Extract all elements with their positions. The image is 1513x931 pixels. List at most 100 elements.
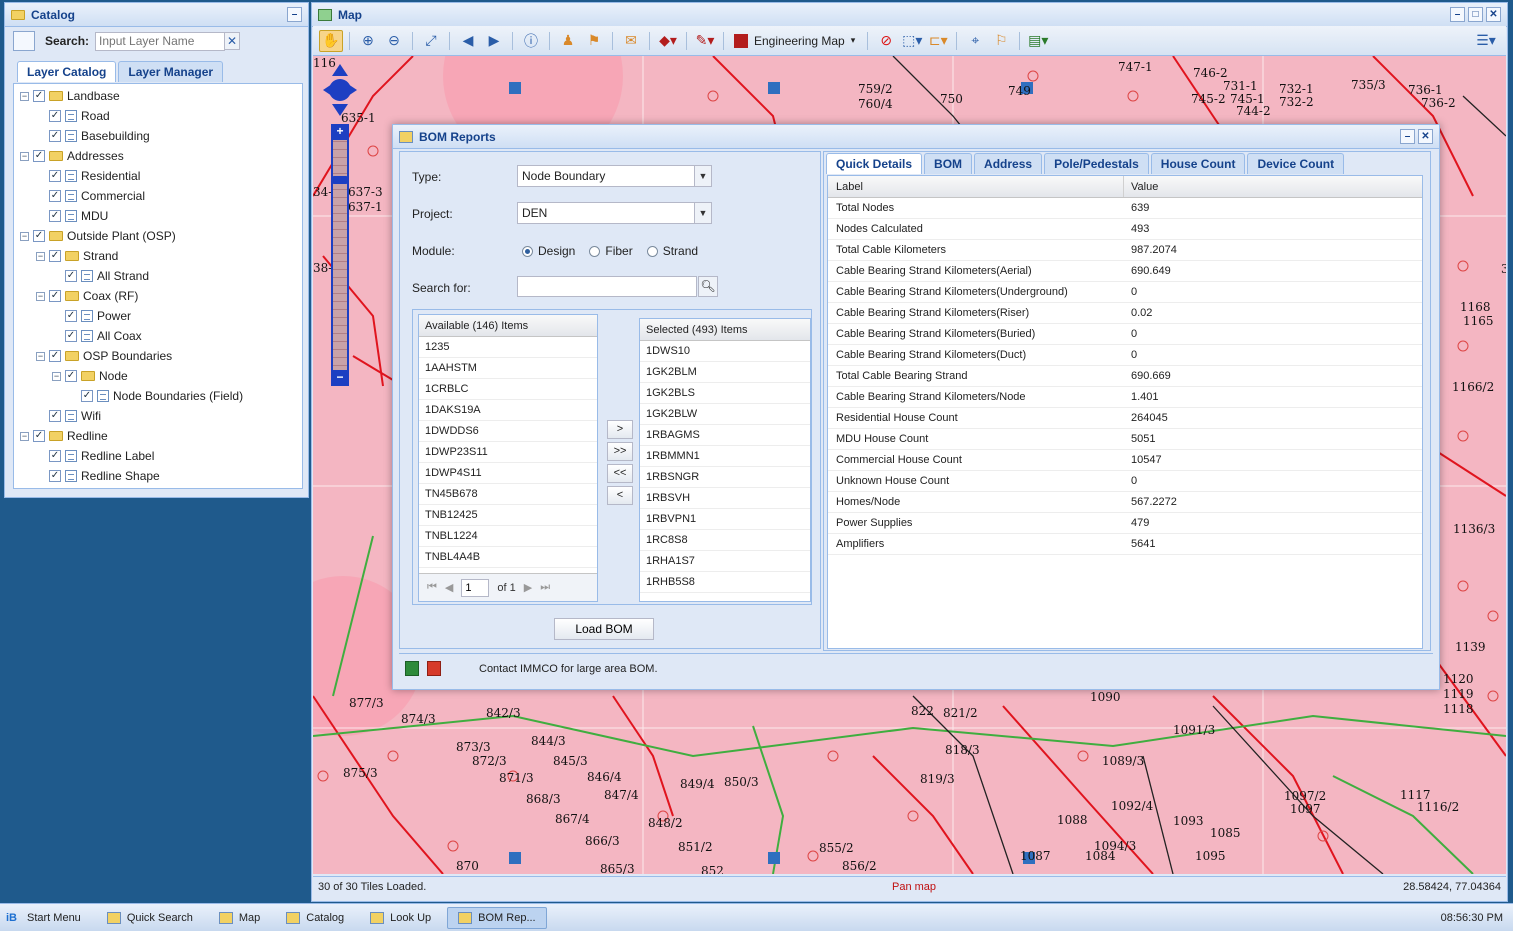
checkbox-checked-icon[interactable]: ✓: [65, 310, 77, 322]
collapse-icon[interactable]: −: [52, 371, 61, 381]
available-item[interactable]: 1DWP4S11: [419, 463, 597, 484]
selected-item[interactable]: 1DWS10: [640, 341, 810, 362]
select-box-icon[interactable]: ⬚▾: [900, 30, 924, 52]
catalog-titlebar[interactable]: Catalog –: [5, 3, 308, 27]
taskbar-item[interactable]: Quick Search: [97, 907, 203, 929]
available-item[interactable]: 1CRBLC: [419, 379, 597, 400]
table-row[interactable]: Total Cable Bearing Strand 690.669: [828, 366, 1422, 387]
tab-pole-pedestals[interactable]: Pole/Pedestals: [1044, 153, 1149, 174]
collapse-icon[interactable]: −: [36, 251, 45, 261]
table-row[interactable]: Total Cable Kilometers 987.2074: [828, 240, 1422, 261]
selected-item[interactable]: 1RBMMN1: [640, 446, 810, 467]
minimize-icon[interactable]: –: [1400, 129, 1415, 144]
available-item[interactable]: 1DAKS19A: [419, 400, 597, 421]
minimize-icon[interactable]: –: [1450, 7, 1465, 22]
checkbox-checked-icon[interactable]: ✓: [49, 130, 61, 142]
table-row[interactable]: Commercial House Count 10547: [828, 450, 1422, 471]
table-row[interactable]: Power Supplies 479: [828, 513, 1422, 534]
checkbox-checked-icon[interactable]: ✓: [49, 450, 61, 462]
checkbox-checked-icon[interactable]: ✓: [65, 270, 77, 282]
collapse-all-icon[interactable]: [13, 31, 35, 51]
back-arrow-icon[interactable]: ◀: [456, 30, 480, 52]
table-row[interactable]: Nodes Calculated 493: [828, 219, 1422, 240]
selected-item[interactable]: 1RHA1S7: [640, 551, 810, 572]
map-titlebar[interactable]: Map – □ ✕: [312, 3, 1507, 27]
selected-item[interactable]: 1GK2BLW: [640, 404, 810, 425]
zoom-slider[interactable]: + −: [331, 124, 349, 386]
tab-layer-catalog[interactable]: Layer Catalog: [17, 61, 117, 82]
zoom-out-icon[interactable]: ⊖: [382, 30, 406, 52]
trace-icon[interactable]: ⊏▾: [926, 30, 950, 52]
table-row[interactable]: Residential House Count 264045: [828, 408, 1422, 429]
available-item[interactable]: TNBL4A4B: [419, 547, 597, 568]
collapse-icon[interactable]: −: [20, 151, 29, 161]
tab-address[interactable]: Address: [974, 153, 1043, 174]
minimize-icon[interactable]: –: [287, 7, 302, 22]
person-icon[interactable]: ♟: [556, 30, 580, 52]
table-row[interactable]: Cable Bearing Strand Kilometers(Buried) 0: [828, 324, 1422, 345]
selected-item[interactable]: 1RBAGMS: [640, 425, 810, 446]
selected-item[interactable]: 1RBSNGR: [640, 467, 810, 488]
zoom-plus-icon[interactable]: +: [331, 124, 349, 140]
table-row[interactable]: Homes/Node 567.2272: [828, 492, 1422, 513]
table-row[interactable]: Cable Bearing Strand Kilometers(Aerial) 6…: [828, 261, 1422, 282]
redline-pen-icon[interactable]: ✎▾: [693, 30, 717, 52]
maximize-icon[interactable]: □: [1468, 7, 1483, 22]
available-item[interactable]: 1235: [419, 337, 597, 358]
page-number-input[interactable]: [461, 578, 490, 597]
taskbar-item[interactable]: BOM Rep...: [447, 906, 547, 929]
selected-item[interactable]: 1RBVPN1: [640, 509, 810, 530]
module-radio-fiber[interactable]: Fiber: [589, 244, 633, 258]
excel-export-icon[interactable]: [405, 661, 419, 676]
checkbox-checked-icon[interactable]: ✓: [33, 230, 45, 242]
checkbox-checked-icon[interactable]: ✓: [49, 110, 61, 122]
close-icon[interactable]: ✕: [1418, 129, 1433, 144]
tree-node[interactable]: ✓ Redline Shape: [36, 466, 160, 486]
report-icon[interactable]: ▤▾: [1026, 30, 1050, 52]
prev-page-icon[interactable]: ◀: [445, 581, 453, 594]
selected-item[interactable]: 1RHB5S8: [640, 572, 810, 593]
collapse-icon[interactable]: −: [36, 291, 45, 301]
table-row[interactable]: Total Nodes 639: [828, 198, 1422, 219]
tree-node[interactable]: − ✓ Landbase: [20, 86, 120, 106]
label-column-header[interactable]: Label: [828, 176, 1124, 197]
move-all-left-button[interactable]: <<: [607, 464, 633, 483]
tree-node[interactable]: − ✓ Addresses: [20, 146, 124, 166]
checkbox-checked-icon[interactable]: ✓: [33, 150, 45, 162]
table-row[interactable]: Amplifiers 5641: [828, 534, 1422, 555]
table-row[interactable]: Unknown House Count 0: [828, 471, 1422, 492]
zoom-thumb[interactable]: [331, 176, 349, 184]
tab-quick-details[interactable]: Quick Details: [826, 153, 923, 174]
type-select[interactable]: Node Boundary ▼: [517, 165, 712, 187]
chevron-down-icon[interactable]: ▾: [851, 35, 856, 46]
tree-node[interactable]: ✓ Wifi: [36, 406, 101, 426]
selected-item[interactable]: 1GK2BLS: [640, 383, 810, 404]
project-select[interactable]: DEN ▼: [517, 202, 712, 224]
tab-layer-manager[interactable]: Layer Manager: [118, 61, 224, 82]
module-radio-strand[interactable]: Strand: [646, 244, 698, 258]
forward-arrow-icon[interactable]: ▶: [482, 30, 506, 52]
pan-control[interactable]: [323, 64, 357, 116]
selected-item[interactable]: 1GK2BLM: [640, 362, 810, 383]
tree-node[interactable]: ✓ Node Boundaries (Field): [68, 386, 243, 406]
tree-node[interactable]: ✓ Commercial: [36, 186, 145, 206]
move-left-button[interactable]: <: [607, 486, 633, 505]
table-row[interactable]: Cable Bearing Strand Kilometers/Node 1.40…: [828, 387, 1422, 408]
checkbox-checked-icon[interactable]: ✓: [49, 470, 61, 482]
layers-dropdown-icon[interactable]: ◆▾: [656, 30, 680, 52]
checkbox-checked-icon[interactable]: ✓: [65, 370, 77, 382]
tree-node[interactable]: ✓ MDU: [36, 206, 108, 226]
tree-node[interactable]: ✓ All Strand: [52, 266, 149, 286]
taskbar-item[interactable]: Map: [209, 907, 270, 929]
checkbox-checked-icon[interactable]: ✓: [81, 390, 93, 402]
tree-node[interactable]: − ✓ Strand: [36, 246, 118, 266]
collapse-icon[interactable]: −: [20, 91, 29, 101]
checkbox-checked-icon[interactable]: ✓: [33, 90, 45, 102]
tab-device-count[interactable]: Device Count: [1247, 153, 1345, 174]
collapse-icon[interactable]: −: [36, 351, 45, 361]
first-page-icon[interactable]: ⏮︎: [427, 581, 437, 594]
move-right-button[interactable]: >: [607, 420, 633, 439]
start-logo[interactable]: iB: [6, 912, 17, 924]
flag-icon[interactable]: ⚐: [989, 30, 1013, 52]
taskbar-item[interactable]: Catalog: [276, 907, 354, 929]
